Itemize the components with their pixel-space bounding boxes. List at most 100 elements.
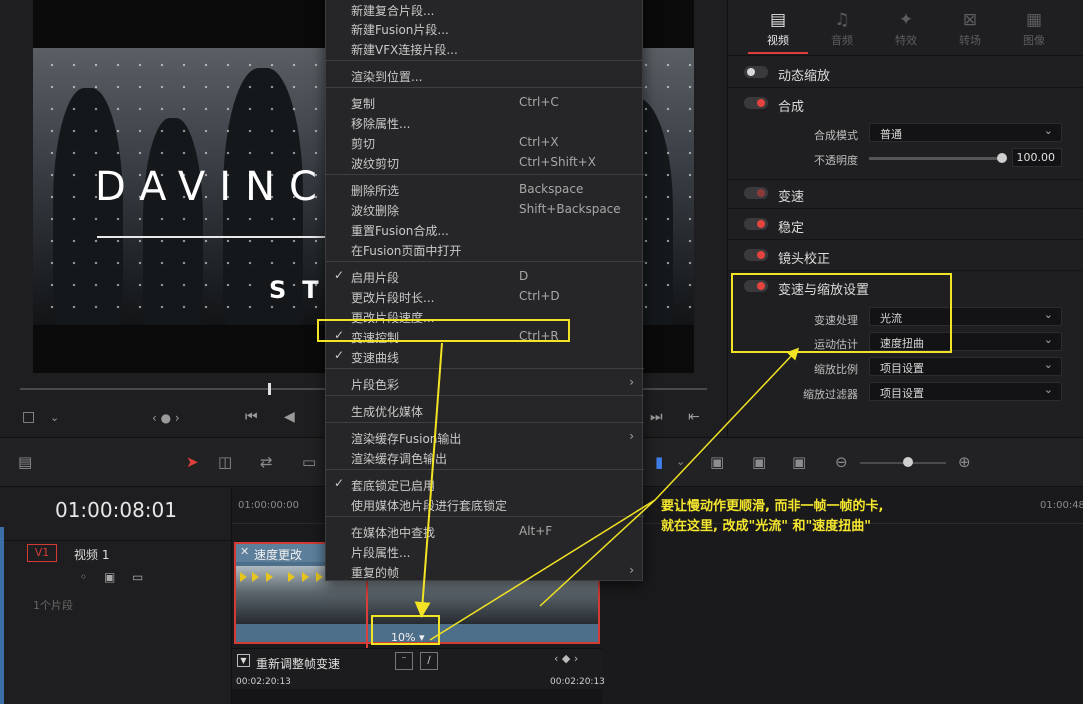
tab-transition[interactable]: ⊠ 转场 [942, 8, 998, 48]
track-header-panel: 01:00:08:01 V1 视频 1 ◦ ▣ ▭ 1个片段 [0, 488, 232, 704]
menu-item-conform-lock-media-pool[interactable]: 使用媒体池片段进行套底锁定 [326, 494, 644, 514]
menu-item-copy[interactable]: 复制 Ctrl+C [326, 92, 644, 112]
track-visibility-icon[interactable]: ▭ [132, 570, 143, 584]
chevron-down-icon[interactable]: ⌄ [676, 455, 685, 468]
tab-label: 音频 [831, 34, 853, 47]
opacity-label: 不透明度 [814, 154, 858, 167]
zoom-full-icon[interactable]: ▣ [710, 453, 724, 471]
scrubber-handle[interactable] [268, 383, 271, 395]
trim-tool-icon[interactable]: ◫ [218, 453, 232, 471]
menu-item-find-in-media-pool[interactable]: 在媒体池中查找 Alt+F [326, 521, 644, 541]
tab-label: 转场 [959, 34, 981, 47]
menu-item-enable-clip[interactable]: ✓ 启用片段 D [326, 266, 644, 286]
chevron-down-icon[interactable]: ⌄ [50, 411, 59, 424]
callout-line-2: 就在这里, 改成"光流" 和"速度扭曲" [661, 519, 872, 534]
menu-item-label: 渲染缓存调色输出 [351, 452, 448, 466]
menu-item-label: 新建复合片段... [351, 4, 435, 18]
menu-item-shortcut: D [519, 269, 529, 283]
dynamic-trim-icon[interactable]: ⇄ [260, 453, 273, 471]
menu-item-label: 重置Fusion合成... [351, 224, 449, 238]
timeline-view-icon[interactable]: ▤ [18, 453, 32, 471]
dynamic-zoom-toggle[interactable] [744, 66, 768, 78]
composite-mode-dropdown[interactable]: 普通 ⌄ [869, 123, 1062, 142]
transition-icon: ⊠ [962, 10, 978, 30]
zoom-slider-handle[interactable] [903, 457, 913, 467]
retime-curve-track[interactable] [232, 689, 602, 704]
flag-icon[interactable]: ▮ [655, 453, 663, 471]
retime-curve-row: ▼ 重新调整帧变速 ⁻ ∕ ‹ ◆ › 00:02:20:13 00:02:20… [232, 648, 605, 704]
menu-item-duplicate-frames[interactable]: 重复的帧 › [326, 561, 644, 581]
viewer-size-icon[interactable]: □ [22, 409, 35, 425]
track-id-v1[interactable]: V1 [27, 544, 57, 562]
ease-out-button[interactable]: ∕ [420, 652, 438, 670]
auto-select-icon[interactable]: ▣ [104, 570, 115, 584]
menu-item-clip-color[interactable]: 片段色彩 › [326, 373, 644, 393]
zoom-in-icon[interactable]: ⊕ [958, 453, 971, 471]
menu-item-remove-attributes[interactable]: 移除属性... [326, 112, 644, 132]
zoom-custom-icon[interactable]: ▣ [792, 453, 806, 471]
tab-video[interactable]: ▤ 视频 [750, 8, 806, 48]
menu-item-cut[interactable]: 剪切 Ctrl+X [326, 132, 644, 152]
section-speed-change[interactable]: 变速 [728, 179, 1083, 209]
menu-item-change-duration[interactable]: 更改片段时长... Ctrl+D [326, 286, 644, 306]
active-tab-indicator [748, 52, 808, 54]
chevron-right-icon: › [629, 563, 634, 577]
blade-tool-icon[interactable]: ▭ [302, 453, 316, 471]
resize-filter-label: 缩放过滤器 [803, 388, 858, 401]
speed-change-toggle[interactable] [744, 187, 768, 199]
zoom-detail-icon[interactable]: ▣ [752, 453, 766, 471]
menu-item-conform-lock[interactable]: ✓ 套底锁定已启用 [326, 474, 644, 494]
menu-item-render-cache-fusion[interactable]: 渲染缓存Fusion输出 › [326, 427, 644, 447]
menu-item-clip-attributes[interactable]: 片段属性... [326, 541, 644, 561]
resize-filter-dropdown[interactable]: 项目设置 ⌄ [869, 382, 1062, 401]
section-stabilization[interactable]: 稳定 [728, 210, 1083, 240]
loop-icon[interactable]: ⇤ [688, 409, 700, 425]
menu-item-render-cache-color[interactable]: 渲染缓存调色输出 [326, 447, 644, 467]
callout-line-1: 要让慢动作更顺滑, 而非一帧一帧的卡, [661, 499, 884, 514]
menu-item-ripple-delete[interactable]: 波纹删除 Shift+Backspace [326, 199, 644, 219]
menu-item-open-in-fusion[interactable]: 在Fusion页面中打开 [326, 239, 644, 259]
chevron-down-icon: ⌄ [1043, 308, 1053, 321]
section-lens-correction[interactable]: 镜头校正 [728, 241, 1083, 271]
chevron-right-icon: › [629, 375, 634, 389]
opacity-slider[interactable] [869, 157, 1001, 160]
zoom-out-icon[interactable]: ⊖ [835, 453, 848, 471]
menu-item-optimized-media[interactable]: 生成优化媒体 [326, 400, 644, 420]
selection-tool-icon[interactable]: ➤ [186, 453, 199, 471]
retime-collapse-toggle[interactable]: ▼ [237, 654, 250, 667]
opacity-value-field[interactable]: 100.00 [1012, 148, 1062, 167]
tab-image[interactable]: ▦ 图像 [1006, 8, 1062, 48]
lock-icon[interactable]: ◦ [80, 570, 87, 584]
menu-item-new-vfx-connect[interactable]: 新建VFX连接片段... [326, 38, 644, 58]
section-dynamic-zoom[interactable]: 动态缩放 [728, 58, 1083, 88]
clip-nav-icon[interactable]: ‹ ● › [152, 411, 180, 425]
skip-to-end-icon[interactable]: ⏭ [650, 409, 663, 425]
speed-marker-icon [302, 572, 309, 582]
track-name[interactable]: 视频 1 [74, 546, 109, 563]
timeline-timecode[interactable]: 01:00:08:01 [0, 498, 232, 522]
menu-item-render-in-place[interactable]: 渲染到位置... [326, 65, 644, 85]
menu-item-label: 波纹剪切 [351, 157, 400, 171]
tab-effects[interactable]: ✦ 特效 [878, 8, 934, 48]
menu-item-retime-curve[interactable]: ✓ 变速曲线 [326, 346, 644, 366]
ease-in-button[interactable]: ⁻ [395, 652, 413, 670]
scaling-dropdown[interactable]: 项目设置 ⌄ [869, 357, 1062, 376]
lens-correction-toggle[interactable] [744, 249, 768, 261]
menu-item-reset-fusion[interactable]: 重置Fusion合成... [326, 219, 644, 239]
menu-item-ripple-cut[interactable]: 波纹剪切 Ctrl+Shift+X [326, 152, 644, 172]
opacity-slider-handle[interactable] [997, 153, 1007, 163]
keyframe-nav-icon[interactable]: ‹ ◆ › [554, 652, 578, 665]
close-icon[interactable]: ✕ [240, 545, 249, 558]
composite-toggle[interactable] [744, 97, 768, 109]
tab-audio[interactable]: ♫ 音频 [814, 8, 870, 48]
menu-item-delete-selected[interactable]: 删除所选 Backspace [326, 179, 644, 199]
menu-item-new-fusion[interactable]: 新建Fusion片段... [326, 18, 644, 38]
menu-item-new-compound[interactable]: 新建复合片段... [326, 0, 644, 19]
skip-to-start-icon[interactable]: ⏮ [245, 409, 258, 425]
check-icon: ✓ [334, 476, 345, 490]
menu-item-label: 在媒体池中查找 [351, 526, 436, 540]
stabilization-toggle[interactable] [744, 218, 768, 230]
chevron-right-icon: › [629, 429, 634, 443]
menu-item-label: 更改片段时长... [351, 291, 435, 305]
reverse-play-icon[interactable]: ◀ [284, 409, 295, 425]
